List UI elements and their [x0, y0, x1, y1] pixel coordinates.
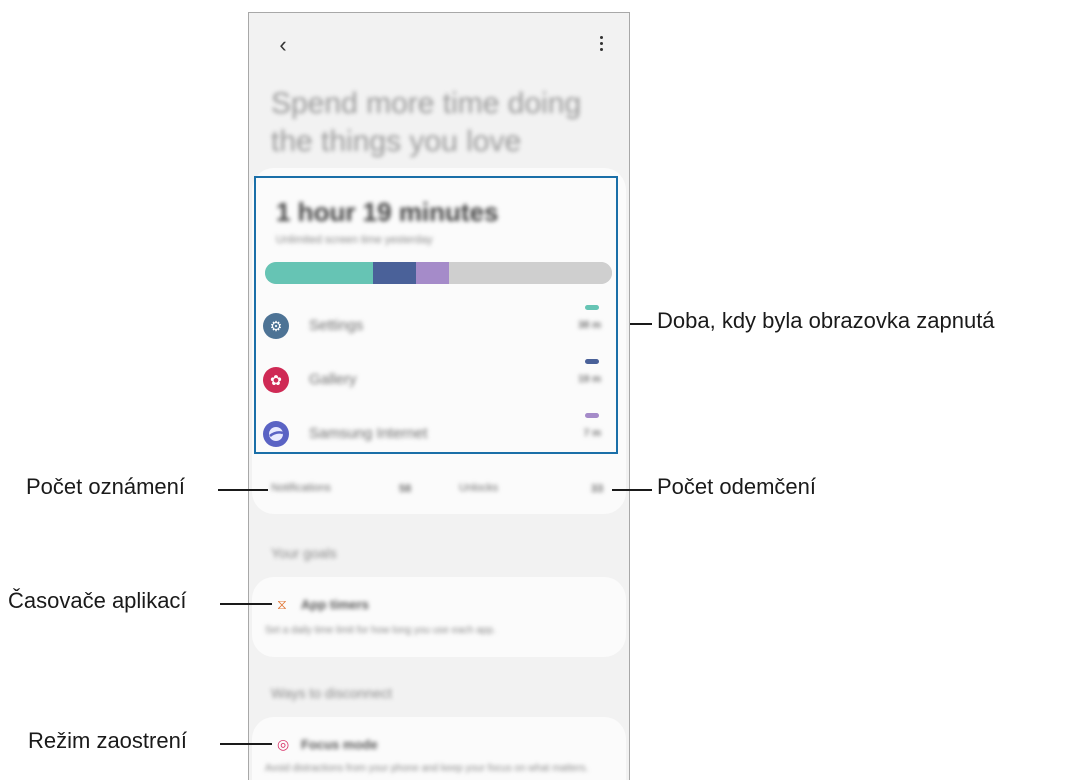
usage-dash [585, 305, 599, 310]
more-options-button[interactable] [591, 33, 611, 57]
app-name: Settings [309, 317, 364, 334]
focus-mode-description: Avoid distractions from your phone and k… [265, 763, 589, 774]
unlocks-annotation: Počet odemčení [657, 474, 816, 499]
app-time: 19 m [578, 374, 601, 385]
notifications-leader [218, 489, 268, 491]
gear-icon: ⚙ [263, 313, 289, 339]
usage-segment-gallery [372, 262, 416, 284]
usage-segment-settings [265, 262, 373, 284]
app-timers-card[interactable] [252, 577, 626, 657]
app-time: 7 m [583, 428, 601, 439]
flower-icon: ✿ [263, 367, 289, 393]
usage-segment-other [448, 262, 612, 284]
unlocks-label: Unlocks [459, 482, 499, 494]
app-row-settings[interactable]: ⚙ Settings 38 m [263, 305, 613, 347]
app-name: Gallery [309, 371, 357, 388]
page-headline: Spend more time doing the things you lov… [271, 87, 582, 158]
disconnect-section-title: Ways to disconnect [271, 685, 392, 701]
app-timers-leader [220, 603, 272, 605]
unlocks-count: 33 [591, 483, 604, 495]
notifications-annotation: Počet oznámení [26, 474, 185, 499]
hourglass-icon: ⧖ [277, 596, 287, 612]
back-button[interactable]: ‹ [271, 33, 295, 57]
notifications-label: Notifications [271, 482, 331, 494]
chevron-left-icon: ‹ [279, 32, 287, 57]
notifications-count: 58 [399, 483, 412, 495]
app-row-gallery[interactable]: ✿ Gallery 19 m [263, 359, 613, 401]
app-timers-annotation: Časovače aplikací [8, 588, 187, 613]
app-time: 38 m [578, 320, 601, 331]
focus-mode-annotation: Režim zaostrení [28, 728, 187, 753]
goals-section-title: Your goals [271, 545, 337, 561]
unlocks-leader [612, 489, 652, 491]
app-row-samsung-internet[interactable]: Samsung Internet 7 m [263, 413, 613, 455]
screen-time-subtitle: Unlimited screen time yesterday [276, 234, 433, 246]
usage-bar [265, 262, 612, 284]
app-timers-title: App timers [301, 597, 369, 612]
usage-segment-samsung-internet [415, 262, 449, 284]
app-timers-description: Set a daily time limit for how long you … [265, 625, 496, 636]
screen-time-annotation: Doba, kdy byla obrazovka zapnutá [657, 308, 995, 333]
focus-mode-leader [220, 743, 272, 745]
usage-dash [585, 359, 599, 364]
focus-mode-title: Focus mode [301, 737, 378, 752]
phone-screen: ‹ Spend more time doing the things you l… [248, 12, 630, 780]
target-icon: ◎ [277, 736, 290, 752]
screen-time-leader [630, 323, 652, 325]
total-screen-time: 1 hour 19 minutes [276, 197, 499, 227]
app-name: Samsung Internet [309, 425, 428, 442]
globe-icon [263, 421, 289, 447]
usage-dash [585, 413, 599, 418]
